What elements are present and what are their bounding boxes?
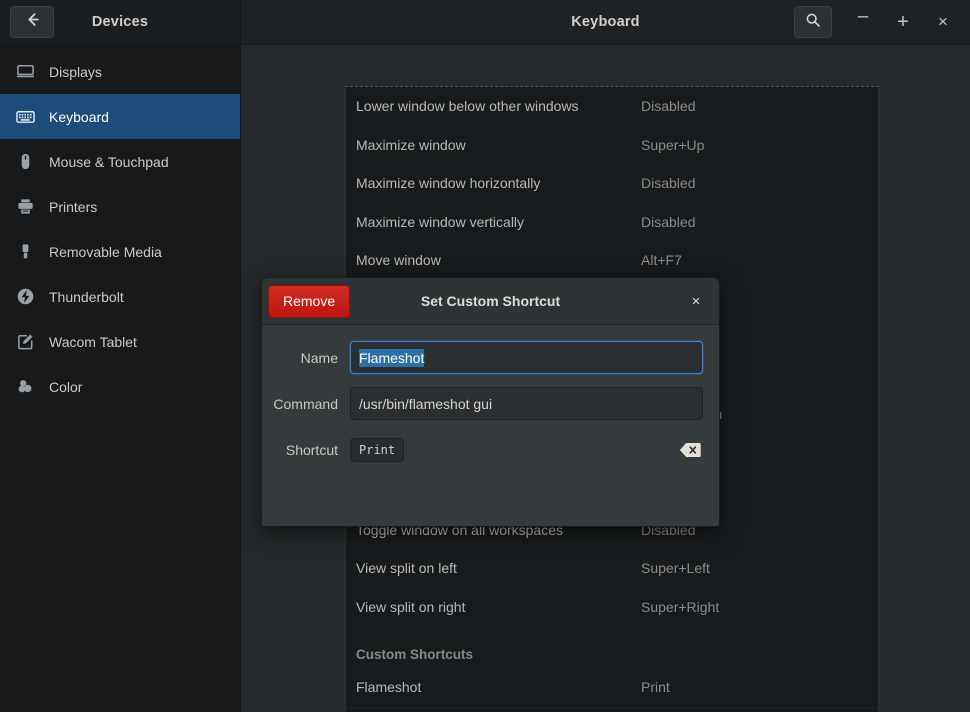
search-button[interactable] xyxy=(794,6,832,38)
shortcut-row[interactable]: Maximize window horizontally Disabled xyxy=(346,164,878,203)
dialog-close-button[interactable]: × xyxy=(683,288,709,314)
shortcut-name: Maximize window xyxy=(356,137,641,153)
sidebar-label: Mouse & Touchpad xyxy=(49,154,169,170)
name-row: Name Flameshot xyxy=(262,341,703,374)
sidebar: Displays xyxy=(0,45,241,712)
sidebar-label: Wacom Tablet xyxy=(49,334,137,350)
name-input-value: Flameshot xyxy=(359,349,424,367)
sidebar-item-color[interactable]: Color xyxy=(0,364,240,409)
dialog-header: Remove Set Custom Shortcut × xyxy=(262,278,719,325)
window-controls: – + × xyxy=(794,5,962,39)
sidebar-label: Thunderbolt xyxy=(49,289,124,305)
header-bar: Devices Keyboard – + × xyxy=(0,0,970,45)
command-input[interactable]: /usr/bin/flameshot gui xyxy=(350,387,703,420)
removable-media-icon xyxy=(14,241,36,263)
sidebar-label: Removable Media xyxy=(49,244,162,260)
shortcut-row[interactable]: Maximize window Super+Up xyxy=(346,126,878,165)
sidebar-label: Color xyxy=(49,379,82,395)
shortcut-name: Maximize window horizontally xyxy=(356,175,641,191)
custom-shortcut-row[interactable]: Flameshot Print xyxy=(346,668,878,707)
shortcut-key: Disabled xyxy=(641,98,856,114)
shortcut-row[interactable]: View split on right Super+Right xyxy=(346,588,878,627)
thunderbolt-icon xyxy=(14,286,36,308)
dialog-body: Name Flameshot Command /usr/bin/flamesho… xyxy=(262,325,719,466)
minimize-button[interactable]: – xyxy=(844,5,882,39)
display-icon xyxy=(14,61,36,83)
add-shortcut-button[interactable]: + xyxy=(346,707,878,712)
search-icon xyxy=(805,12,821,33)
sidebar-item-wacom-tablet[interactable]: Wacom Tablet xyxy=(0,319,240,364)
mouse-icon xyxy=(14,151,36,173)
body-area: Displays xyxy=(0,45,970,712)
shortcut-key: Super+Up xyxy=(641,137,856,153)
shortcut-name: View split on right xyxy=(356,599,641,615)
settings-window: Devices Keyboard – + × xyxy=(0,0,970,712)
shortcut-key: Super+Left xyxy=(641,560,856,576)
shortcut-row[interactable]: View split on left Super+Left xyxy=(346,549,878,588)
shortcut-key: Disabled xyxy=(641,214,856,230)
shortcut-row[interactable]: Maximize window vertically Disabled xyxy=(346,203,878,242)
shortcut-row[interactable]: Lower window below other windows Disable… xyxy=(346,87,878,126)
tablet-pen-icon xyxy=(14,331,36,353)
set-custom-shortcut-dialog: Remove Set Custom Shortcut × Name Flames… xyxy=(261,277,720,527)
shortcut-value-area[interactable]: Print xyxy=(350,433,703,466)
maximize-button[interactable]: + xyxy=(884,5,922,39)
shortcut-name: Flameshot xyxy=(356,679,641,695)
shortcut-key: Super+Right xyxy=(641,599,856,615)
shortcut-label: Shortcut xyxy=(262,442,350,458)
name-input[interactable]: Flameshot xyxy=(350,341,703,374)
close-button[interactable]: × xyxy=(924,5,962,39)
shortcut-name: View split on left xyxy=(356,560,641,576)
color-icon xyxy=(14,376,36,398)
shortcut-name: Move window xyxy=(356,252,641,268)
shortcut-key: Print xyxy=(641,679,856,695)
name-label: Name xyxy=(262,350,350,366)
shortcut-key-badge[interactable]: Print xyxy=(350,438,404,462)
shortcut-key: Disabled xyxy=(641,175,856,191)
arrow-left-icon xyxy=(24,11,41,33)
command-label: Command xyxy=(262,396,350,412)
shortcut-row: Shortcut Print xyxy=(262,433,703,466)
sidebar-item-mouse-touchpad[interactable]: Mouse & Touchpad xyxy=(0,139,240,184)
sidebar-item-printers[interactable]: Printers xyxy=(0,184,240,229)
sidebar-label: Printers xyxy=(49,199,97,215)
sidebar-item-removable-media[interactable]: Removable Media xyxy=(0,229,240,274)
backspace-erase-icon[interactable] xyxy=(679,442,701,458)
section-header-custom-shortcuts: Custom Shortcuts xyxy=(346,626,878,668)
sidebar-item-keyboard[interactable]: Keyboard xyxy=(0,94,240,139)
remove-button[interactable]: Remove xyxy=(268,285,350,318)
sidebar-item-displays[interactable]: Displays xyxy=(0,49,240,94)
shortcut-name: Maximize window vertically xyxy=(356,214,641,230)
header-right-pane: Keyboard – + × xyxy=(241,0,970,44)
shortcut-row[interactable]: Move window Alt+F7 xyxy=(346,241,878,280)
sidebar-item-thunderbolt[interactable]: Thunderbolt xyxy=(0,274,240,319)
sidebar-label: Displays xyxy=(49,64,102,80)
printer-icon xyxy=(14,196,36,218)
shortcut-name: Lower window below other windows xyxy=(356,98,641,114)
command-input-value: /usr/bin/flameshot gui xyxy=(359,396,492,412)
sidebar-label: Keyboard xyxy=(49,109,109,125)
shortcut-key: Alt+F7 xyxy=(641,252,856,268)
header-left-pane: Devices xyxy=(0,0,241,44)
keyboard-icon xyxy=(14,106,36,128)
back-button[interactable] xyxy=(10,6,54,38)
command-row: Command /usr/bin/flameshot gui xyxy=(262,387,703,420)
